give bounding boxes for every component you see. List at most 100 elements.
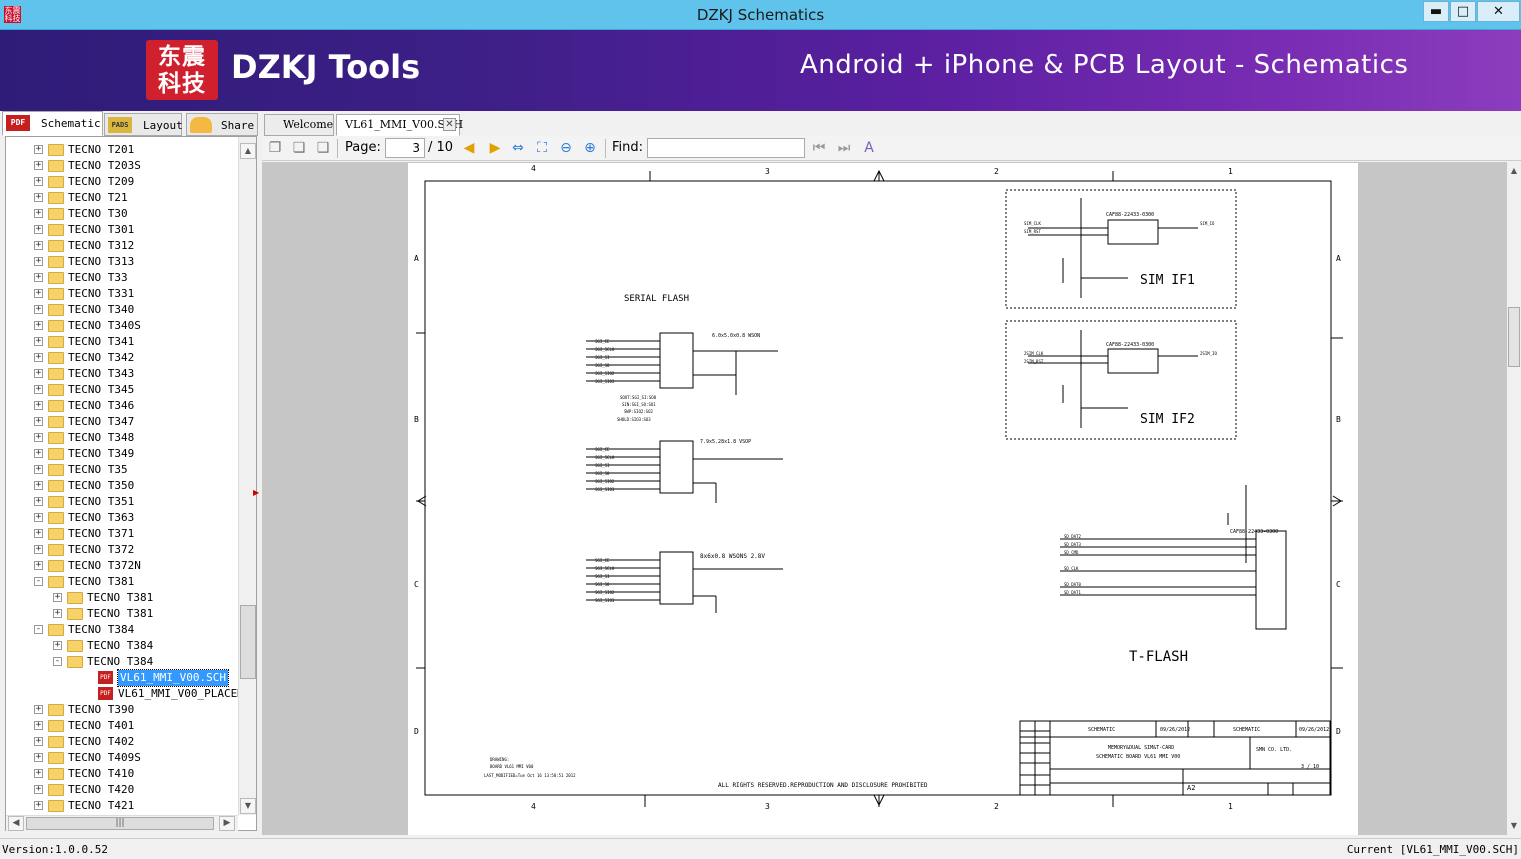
viewer-scroll-up-icon[interactable]: ▲ bbox=[1507, 164, 1521, 178]
folder-icon bbox=[48, 576, 64, 588]
net-label: SGI_SCLK bbox=[595, 347, 615, 352]
next-page-icon[interactable]: ▶ bbox=[486, 139, 504, 157]
expand-icon[interactable]: + bbox=[34, 177, 43, 186]
row-label: B bbox=[414, 415, 419, 424]
expand-icon[interactable]: + bbox=[34, 193, 43, 202]
expand-icon[interactable]: + bbox=[34, 465, 43, 474]
viewer-scroll-thumb[interactable] bbox=[1508, 307, 1520, 367]
zoom-in-icon[interactable]: ⊕ bbox=[581, 139, 599, 157]
fit-page-icon[interactable]: ⛶ bbox=[533, 139, 551, 157]
tab-welcome[interactable]: Welcome bbox=[264, 114, 334, 136]
expand-icon[interactable]: + bbox=[34, 513, 43, 522]
expand-icon[interactable]: + bbox=[34, 209, 43, 218]
tree-item-label: TECNO T384 bbox=[68, 623, 135, 636]
tree-vertical-scrollbar[interactable]: ▲ ▼ bbox=[238, 137, 256, 815]
expand-icon[interactable]: + bbox=[53, 593, 62, 602]
page-number-input[interactable] bbox=[385, 138, 425, 158]
close-button[interactable]: ✕ bbox=[1477, 1, 1520, 22]
find-label: Find: bbox=[612, 140, 644, 155]
expand-icon[interactable]: + bbox=[34, 449, 43, 458]
multi-page-icon[interactable]: ❑ bbox=[314, 139, 332, 157]
sim-if2-label: SIM IF2 bbox=[1140, 412, 1195, 427]
folder-icon bbox=[48, 768, 64, 780]
expand-icon[interactable]: + bbox=[34, 161, 43, 170]
expand-icon[interactable]: + bbox=[34, 401, 43, 410]
expand-icon[interactable]: + bbox=[34, 385, 43, 394]
pdf-file-icon: PDF bbox=[98, 687, 113, 700]
tree-item-label: TECNO T420 bbox=[68, 783, 135, 796]
expand-icon[interactable]: + bbox=[34, 417, 43, 426]
expand-icon[interactable]: + bbox=[34, 561, 43, 570]
expand-icon[interactable]: + bbox=[53, 641, 62, 650]
tab-layout[interactable]: PADS Layout bbox=[104, 113, 183, 136]
collapse-icon[interactable]: - bbox=[34, 625, 43, 634]
find-input[interactable] bbox=[647, 138, 805, 158]
copy-icon[interactable]: ❐ bbox=[266, 139, 284, 157]
toolbar-separator bbox=[337, 139, 338, 158]
collapse-icon[interactable]: - bbox=[34, 577, 43, 586]
expand-icon[interactable]: + bbox=[34, 753, 43, 762]
expand-icon[interactable]: + bbox=[34, 545, 43, 554]
previous-page-icon[interactable]: ◀ bbox=[460, 139, 478, 157]
close-tab-icon[interactable]: ✕ bbox=[443, 118, 456, 131]
expand-icon[interactable]: + bbox=[34, 769, 43, 778]
expand-icon[interactable]: + bbox=[34, 529, 43, 538]
find-previous-icon[interactable]: ⏮ bbox=[810, 139, 828, 157]
expand-icon[interactable]: + bbox=[34, 705, 43, 714]
tree-scroll-thumb[interactable] bbox=[240, 605, 256, 679]
tab-share[interactable]: Share bbox=[186, 113, 258, 136]
expand-icon[interactable]: + bbox=[34, 273, 43, 282]
scroll-left-icon[interactable]: ◀ bbox=[8, 816, 24, 831]
row-label: B bbox=[1336, 415, 1341, 424]
titleblock-size: A2 bbox=[1187, 784, 1195, 792]
expand-icon[interactable]: + bbox=[34, 497, 43, 506]
folder-icon bbox=[48, 144, 64, 156]
row-label: A bbox=[1336, 254, 1341, 263]
expand-icon[interactable]: + bbox=[34, 353, 43, 362]
toolbar-separator bbox=[605, 139, 606, 158]
expand-icon[interactable]: + bbox=[34, 321, 43, 330]
folder-icon bbox=[48, 720, 64, 732]
expand-icon[interactable]: + bbox=[34, 433, 43, 442]
expand-icon[interactable]: + bbox=[34, 257, 43, 266]
expand-icon[interactable]: + bbox=[34, 289, 43, 298]
column-label: 2 bbox=[994, 802, 999, 811]
expand-icon[interactable]: + bbox=[34, 337, 43, 346]
expand-icon[interactable]: + bbox=[34, 305, 43, 314]
tree-hscroll-thumb[interactable]: ||| bbox=[26, 817, 214, 830]
tab-schematic[interactable]: PDF Schematic bbox=[2, 111, 103, 136]
scroll-up-icon[interactable]: ▲ bbox=[240, 143, 256, 159]
tree-item-label: TECNO T33 bbox=[68, 271, 128, 284]
collapse-icon[interactable]: - bbox=[53, 657, 62, 666]
flash3-package: 8x6x0.8 WSONS 2.8V bbox=[700, 553, 765, 560]
tab-document[interactable]: VL61_MMI_V00.SCH ✕ bbox=[336, 114, 463, 136]
expand-icon[interactable]: + bbox=[34, 145, 43, 154]
zoom-out-icon[interactable]: ⊖ bbox=[557, 139, 575, 157]
expand-icon[interactable]: + bbox=[34, 737, 43, 746]
viewer-vertical-scrollbar[interactable]: ▲ ▼ bbox=[1507, 162, 1521, 835]
expand-icon[interactable]: + bbox=[34, 241, 43, 250]
viewer-scroll-down-icon[interactable]: ▼ bbox=[1507, 819, 1521, 833]
expand-icon[interactable]: + bbox=[34, 721, 43, 730]
minimize-button[interactable]: ▬ bbox=[1423, 1, 1449, 22]
fit-width-icon[interactable]: ⇔ bbox=[509, 139, 527, 157]
tree-list: + TECNO T201 + TECNO T203S + TECNO T209 + TECNO… bbox=[6, 137, 238, 815]
expand-icon[interactable]: + bbox=[53, 609, 62, 618]
scroll-down-icon[interactable]: ▼ bbox=[240, 798, 256, 814]
tab-share-label: Share bbox=[221, 119, 255, 132]
find-options-icon[interactable]: A bbox=[860, 139, 878, 157]
expand-icon[interactable]: + bbox=[34, 801, 43, 810]
app-window: 东震 科技 DZKJ Schematics ▬ □ ✕ 东震 科技 DZKJ Too… bbox=[0, 0, 1521, 859]
scroll-right-icon[interactable]: ▶ bbox=[219, 816, 235, 831]
expand-icon[interactable]: + bbox=[34, 225, 43, 234]
folder-icon bbox=[67, 592, 83, 604]
expand-icon[interactable]: + bbox=[34, 369, 43, 378]
banner-tagline: Android + iPhone & PCB Layout - Schemati… bbox=[800, 50, 1409, 80]
panel-splitter-icon[interactable]: ▶ bbox=[253, 488, 259, 498]
expand-icon[interactable]: + bbox=[34, 481, 43, 490]
tree-horizontal-scrollbar[interactable]: ◀ ||| ▶ bbox=[6, 815, 238, 831]
expand-icon[interactable]: + bbox=[34, 785, 43, 794]
find-next-icon[interactable]: ⏭ bbox=[835, 139, 853, 157]
maximize-button[interactable]: □ bbox=[1450, 1, 1476, 22]
single-page-icon[interactable]: ❏ bbox=[290, 139, 308, 157]
